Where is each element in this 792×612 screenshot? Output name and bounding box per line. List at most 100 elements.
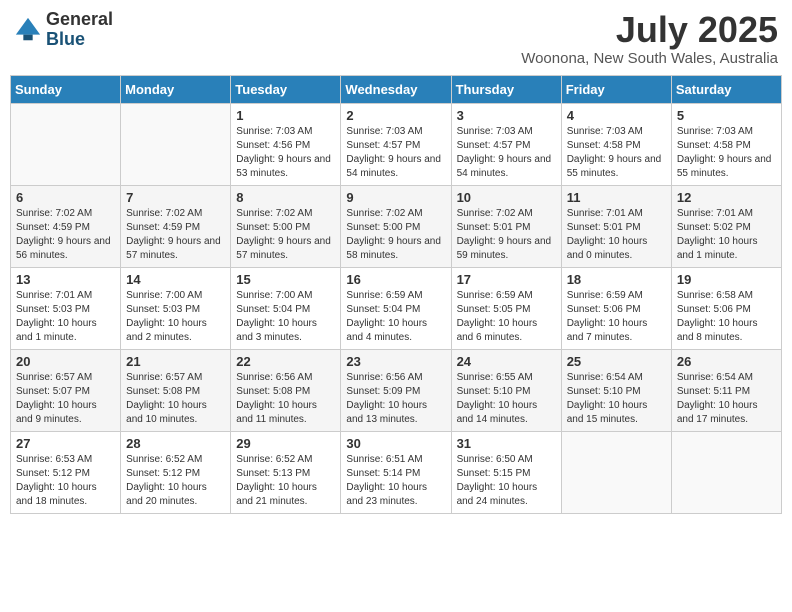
- day-number: 26: [677, 354, 776, 369]
- page-header: General Blue July 2025 Woonona, New Sout…: [10, 10, 782, 67]
- day-info: Sunrise: 7:02 AM Sunset: 4:59 PM Dayligh…: [16, 207, 115, 263]
- day-cell: [561, 431, 671, 513]
- day-number: 15: [236, 272, 335, 287]
- day-number: 5: [677, 108, 776, 123]
- day-cell: 22 Sunrise: 6:56 AM Sunset: 5:08 PM Dayli…: [231, 349, 341, 431]
- day-cell: 18Sunrise: 6:59 AM Sunset: 5:06 PM Dayli…: [561, 267, 671, 349]
- day-cell: 16 Sunrise: 6:59 AM Sunset: 5:04 PM Dayli…: [341, 267, 451, 349]
- day-cell: 12Sunrise: 7:01 AM Sunset: 5:02 PM Dayli…: [671, 185, 781, 267]
- day-info: Sunrise: 7:02 AM Sunset: 5:01 PM Dayligh…: [457, 207, 556, 263]
- day-number: 3: [457, 108, 556, 123]
- day-cell: 23Sunrise: 6:56 AM Sunset: 5:09 PM Dayli…: [341, 349, 451, 431]
- day-number: 13: [16, 272, 115, 287]
- day-number: 22: [236, 354, 335, 369]
- day-info: Sunrise: 6:59 AM Sunset: 5:04 PM Dayligh…: [346, 289, 445, 345]
- day-info: Sunrise: 6:56 AM Sunset: 5:08 PM Dayligh…: [236, 371, 335, 427]
- day-info: Sunrise: 7:01 AM Sunset: 5:01 PM Dayligh…: [567, 207, 666, 263]
- day-cell: 5 Sunrise: 7:03 AM Sunset: 4:58 PM Daylig…: [671, 103, 781, 185]
- day-info: Sunrise: 7:01 AM Sunset: 5:03 PM Dayligh…: [16, 289, 115, 345]
- day-info: Sunrise: 7:03 AM Sunset: 4:57 PM Dayligh…: [346, 125, 445, 181]
- day-number: 21: [126, 354, 225, 369]
- day-number: 14: [126, 272, 225, 287]
- day-info: Sunrise: 6:54 AM Sunset: 5:10 PM Dayligh…: [567, 371, 666, 427]
- day-info: Sunrise: 6:55 AM Sunset: 5:10 PM Dayligh…: [457, 371, 556, 427]
- day-cell: 25 Sunrise: 6:54 AM Sunset: 5:10 PM Dayli…: [561, 349, 671, 431]
- header-friday: Friday: [561, 75, 671, 103]
- week-row-3: 13 Sunrise: 7:01 AM Sunset: 5:03 PM Dayli…: [11, 267, 782, 349]
- header-thursday: Thursday: [451, 75, 561, 103]
- day-number: 25: [567, 354, 666, 369]
- day-info: Sunrise: 6:57 AM Sunset: 5:08 PM Dayligh…: [126, 371, 225, 427]
- day-number: 27: [16, 436, 115, 451]
- day-number: 19: [677, 272, 776, 287]
- day-number: 11: [567, 190, 666, 205]
- day-info: Sunrise: 7:00 AM Sunset: 5:03 PM Dayligh…: [126, 289, 225, 345]
- header-sunday: Sunday: [11, 75, 121, 103]
- day-info: Sunrise: 7:03 AM Sunset: 4:58 PM Dayligh…: [677, 125, 776, 181]
- header-saturday: Saturday: [671, 75, 781, 103]
- day-info: Sunrise: 7:02 AM Sunset: 4:59 PM Dayligh…: [126, 207, 225, 263]
- day-number: 24: [457, 354, 556, 369]
- day-cell: 20Sunrise: 6:57 AM Sunset: 5:07 PM Dayli…: [11, 349, 121, 431]
- day-number: 2: [346, 108, 445, 123]
- day-number: 10: [457, 190, 556, 205]
- day-cell: 9Sunrise: 7:02 AM Sunset: 5:00 PM Daylig…: [341, 185, 451, 267]
- day-info: Sunrise: 6:59 AM Sunset: 5:05 PM Dayligh…: [457, 289, 556, 345]
- day-info: Sunrise: 6:58 AM Sunset: 5:06 PM Dayligh…: [677, 289, 776, 345]
- day-number: 6: [16, 190, 115, 205]
- day-info: Sunrise: 6:52 AM Sunset: 5:13 PM Dayligh…: [236, 453, 335, 509]
- day-cell: 24 Sunrise: 6:55 AM Sunset: 5:10 PM Dayli…: [451, 349, 561, 431]
- day-cell: [121, 103, 231, 185]
- day-cell: 26 Sunrise: 6:54 AM Sunset: 5:11 PM Dayli…: [671, 349, 781, 431]
- title-block: July 2025 Woonona, New South Wales, Aust…: [521, 10, 778, 67]
- day-info: Sunrise: 6:54 AM Sunset: 5:11 PM Dayligh…: [677, 371, 776, 427]
- day-info: Sunrise: 6:52 AM Sunset: 5:12 PM Dayligh…: [126, 453, 225, 509]
- week-row-1: 1Sunrise: 7:03 AM Sunset: 4:56 PM Daylig…: [11, 103, 782, 185]
- day-info: Sunrise: 6:50 AM Sunset: 5:15 PM Dayligh…: [457, 453, 556, 509]
- day-cell: [671, 431, 781, 513]
- day-number: 30: [346, 436, 445, 451]
- day-number: 12: [677, 190, 776, 205]
- day-info: Sunrise: 7:03 AM Sunset: 4:57 PM Dayligh…: [457, 125, 556, 181]
- logo-icon: [14, 16, 42, 44]
- logo-general: General: [46, 10, 113, 30]
- day-cell: 29 Sunrise: 6:52 AM Sunset: 5:13 PM Dayli…: [231, 431, 341, 513]
- day-number: 7: [126, 190, 225, 205]
- day-cell: 8 Sunrise: 7:02 AM Sunset: 5:00 PM Daylig…: [231, 185, 341, 267]
- day-info: Sunrise: 6:57 AM Sunset: 5:07 PM Dayligh…: [16, 371, 115, 427]
- logo-text: General Blue: [46, 10, 113, 50]
- calendar-table: SundayMondayTuesdayWednesdayThursdayFrid…: [10, 75, 782, 514]
- day-info: Sunrise: 7:02 AM Sunset: 5:00 PM Dayligh…: [236, 207, 335, 263]
- day-number: 28: [126, 436, 225, 451]
- day-number: 16: [346, 272, 445, 287]
- logo: General Blue: [14, 10, 113, 50]
- day-info: Sunrise: 7:03 AM Sunset: 4:58 PM Dayligh…: [567, 125, 666, 181]
- header-tuesday: Tuesday: [231, 75, 341, 103]
- day-cell: 28 Sunrise: 6:52 AM Sunset: 5:12 PM Dayli…: [121, 431, 231, 513]
- day-info: Sunrise: 6:51 AM Sunset: 5:14 PM Dayligh…: [346, 453, 445, 509]
- day-cell: 1Sunrise: 7:03 AM Sunset: 4:56 PM Daylig…: [231, 103, 341, 185]
- calendar-header-row: SundayMondayTuesdayWednesdayThursdayFrid…: [11, 75, 782, 103]
- day-cell: 31 Sunrise: 6:50 AM Sunset: 5:15 PM Dayli…: [451, 431, 561, 513]
- day-info: Sunrise: 7:03 AM Sunset: 4:56 PM Dayligh…: [236, 125, 335, 181]
- day-number: 29: [236, 436, 335, 451]
- day-cell: 6 Sunrise: 7:02 AM Sunset: 4:59 PM Daylig…: [11, 185, 121, 267]
- day-cell: 27Sunrise: 6:53 AM Sunset: 5:12 PM Dayli…: [11, 431, 121, 513]
- day-info: Sunrise: 7:02 AM Sunset: 5:00 PM Dayligh…: [346, 207, 445, 263]
- day-cell: 14 Sunrise: 7:00 AM Sunset: 5:03 PM Dayli…: [121, 267, 231, 349]
- day-number: 17: [457, 272, 556, 287]
- week-row-5: 27Sunrise: 6:53 AM Sunset: 5:12 PM Dayli…: [11, 431, 782, 513]
- day-cell: 30 Sunrise: 6:51 AM Sunset: 5:14 PM Dayli…: [341, 431, 451, 513]
- day-cell: 10 Sunrise: 7:02 AM Sunset: 5:01 PM Dayli…: [451, 185, 561, 267]
- day-cell: 3 Sunrise: 7:03 AM Sunset: 4:57 PM Daylig…: [451, 103, 561, 185]
- day-info: Sunrise: 7:00 AM Sunset: 5:04 PM Dayligh…: [236, 289, 335, 345]
- header-wednesday: Wednesday: [341, 75, 451, 103]
- day-number: 8: [236, 190, 335, 205]
- day-cell: 13 Sunrise: 7:01 AM Sunset: 5:03 PM Dayli…: [11, 267, 121, 349]
- week-row-2: 6 Sunrise: 7:02 AM Sunset: 4:59 PM Daylig…: [11, 185, 782, 267]
- day-number: 31: [457, 436, 556, 451]
- logo-blue: Blue: [46, 30, 113, 50]
- day-cell: 4Sunrise: 7:03 AM Sunset: 4:58 PM Daylig…: [561, 103, 671, 185]
- day-info: Sunrise: 6:59 AM Sunset: 5:06 PM Dayligh…: [567, 289, 666, 345]
- day-number: 23: [346, 354, 445, 369]
